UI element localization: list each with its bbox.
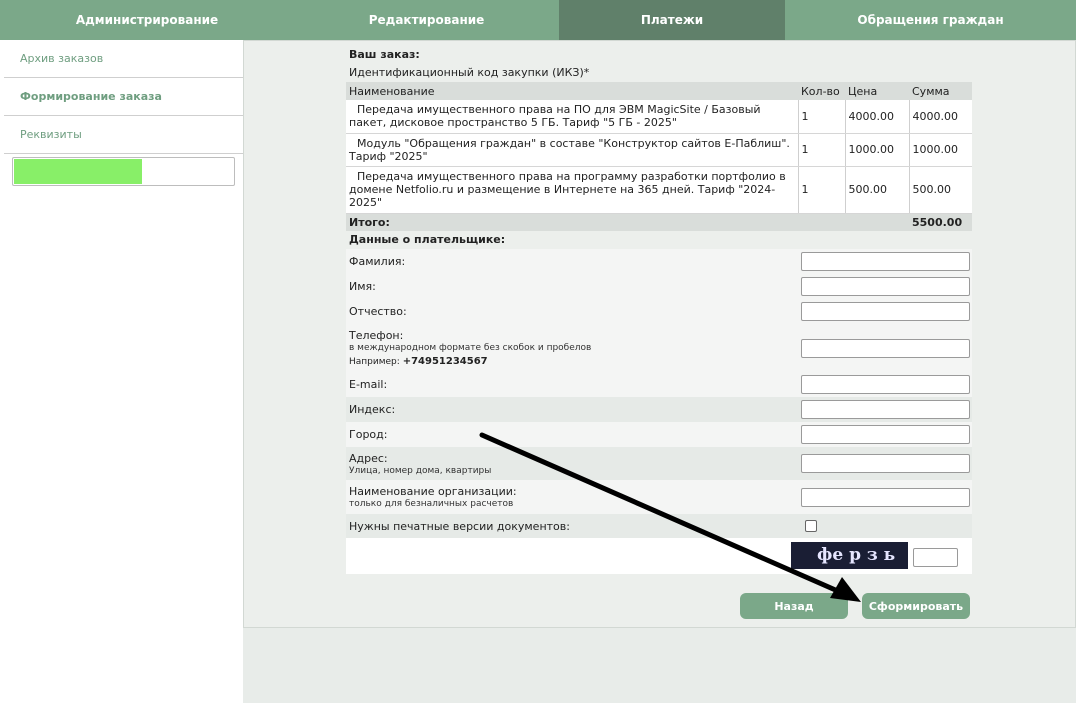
item-price: 1000.00 (845, 133, 910, 167)
order-form: Ваш заказ: Идентификационный код закупки… (346, 46, 972, 574)
table-header: Наименование Кол-во Цена Сумма (346, 82, 972, 100)
address-hint: Улица, номер дома, квартиры (349, 465, 492, 476)
progress-bar (12, 157, 235, 186)
table-row: Модуль "Обращения граждан" в составе "Ко… (346, 133, 972, 167)
item-name: Передача имущественного права на ПО для … (346, 100, 799, 134)
organization-label: Наименование организации: (349, 485, 517, 498)
phone-example-value: +74951234567 (402, 356, 488, 367)
phone-label: Телефон: (349, 329, 404, 342)
item-name: Передача имущественного права на програм… (346, 166, 799, 214)
order-title: Ваш заказ: (349, 48, 420, 61)
name-label: Имя: (349, 280, 376, 293)
name-input[interactable] (801, 277, 970, 296)
tab-administration[interactable]: Администрирование (0, 0, 294, 40)
index-row: Индекс: (346, 397, 972, 422)
sidebar-item-orders-archive[interactable]: Архив заказов (4, 40, 243, 78)
captcha-image: фе р з ь (791, 542, 908, 569)
item-sum: 1000.00 (909, 133, 972, 167)
captcha-text: фе р з ь (817, 545, 896, 565)
phone-example-label: Например: (349, 357, 400, 367)
sidebar-item-requisites[interactable]: Реквизиты (4, 116, 243, 154)
form-buttons: Назад Сформировать (740, 593, 971, 620)
back-button[interactable]: Назад (740, 593, 848, 619)
submit-button[interactable]: Сформировать (862, 593, 970, 619)
main-panel: Ваш заказ: Идентификационный код закупки… (243, 40, 1076, 703)
item-sum: 500.00 (909, 166, 972, 214)
surname-row: Фамилия: (346, 249, 972, 274)
item-sum: 4000.00 (909, 100, 972, 134)
total-label: Итого: (346, 213, 909, 231)
city-label: Город: (349, 428, 388, 441)
item-price: 4000.00 (845, 100, 910, 134)
tab-editing[interactable]: Редактирование (294, 0, 559, 40)
city-input[interactable] (801, 425, 970, 444)
address-label: Адрес: (349, 451, 388, 465)
captcha-input[interactable] (913, 548, 958, 567)
item-name: Модуль "Обращения граждан" в составе "Ко… (346, 133, 799, 167)
address-row: Адрес: Улица, номер дома, квартиры (346, 447, 972, 480)
city-row: Город: (346, 422, 972, 447)
patronymic-input[interactable] (801, 302, 970, 321)
table-row: Передача имущественного права на програм… (346, 166, 972, 214)
index-label: Индекс: (349, 403, 396, 416)
patronymic-label: Отчество: (349, 305, 407, 318)
phone-input[interactable] (801, 338, 970, 358)
top-navigation: Администрирование Редактирование Платежи… (0, 0, 1076, 40)
column-header-sum: Сумма (909, 82, 972, 100)
item-price: 500.00 (845, 166, 910, 214)
item-qty: 1 (798, 133, 846, 167)
organization-hint: только для безналичных расчетов (349, 499, 514, 509)
tab-citizen-appeals[interactable]: Обращения граждан (785, 0, 1076, 40)
phone-hint: в международном формате без скобок и про… (349, 343, 592, 353)
index-input[interactable] (801, 400, 970, 419)
table-row: Передача имущественного права на ПО для … (346, 100, 972, 134)
print-docs-checkbox[interactable] (805, 520, 817, 532)
patronymic-row: Отчество: (346, 299, 972, 324)
column-header-name: Наименование (346, 82, 798, 100)
tab-payments[interactable]: Платежи (559, 0, 785, 40)
phone-example: Например: +74951234567 (349, 356, 591, 367)
column-header-qty: Кол-во (798, 82, 845, 100)
total-value: 5500.00 (909, 213, 972, 231)
order-table: Наименование Кол-во Цена Сумма Передача … (346, 82, 972, 231)
sidebar: Архив заказов Формирование заказа Реквиз… (0, 40, 243, 186)
total-row: Итого: 5500.00 (346, 213, 972, 231)
organization-row: Наименование организации: только для без… (346, 480, 972, 514)
surname-label: Фамилия: (349, 255, 406, 268)
address-input[interactable] (801, 454, 970, 473)
print-docs-label: Нужны печатные версии документов: (349, 519, 570, 533)
email-label: E-mail: (349, 378, 388, 391)
organization-input[interactable] (801, 487, 970, 507)
item-qty: 1 (798, 100, 846, 134)
email-input[interactable] (801, 375, 970, 394)
progress-fill (14, 159, 142, 184)
name-row: Имя: (346, 274, 972, 299)
item-qty: 1 (798, 166, 846, 214)
captcha-row: фе р з ь (346, 538, 972, 574)
payer-title: Данные о плательщике: (349, 233, 506, 246)
surname-input[interactable] (801, 252, 970, 271)
column-header-price: Цена (845, 82, 909, 100)
email-row: E-mail: (346, 372, 972, 397)
phone-row: Телефон: в международном формате без ско… (346, 324, 972, 372)
sidebar-item-create-order[interactable]: Формирование заказа (4, 78, 243, 116)
print-docs-row: Нужны печатные версии документов: (346, 514, 972, 538)
ikz-label: Идентификационный код закупки (ИКЗ)* (349, 66, 590, 79)
